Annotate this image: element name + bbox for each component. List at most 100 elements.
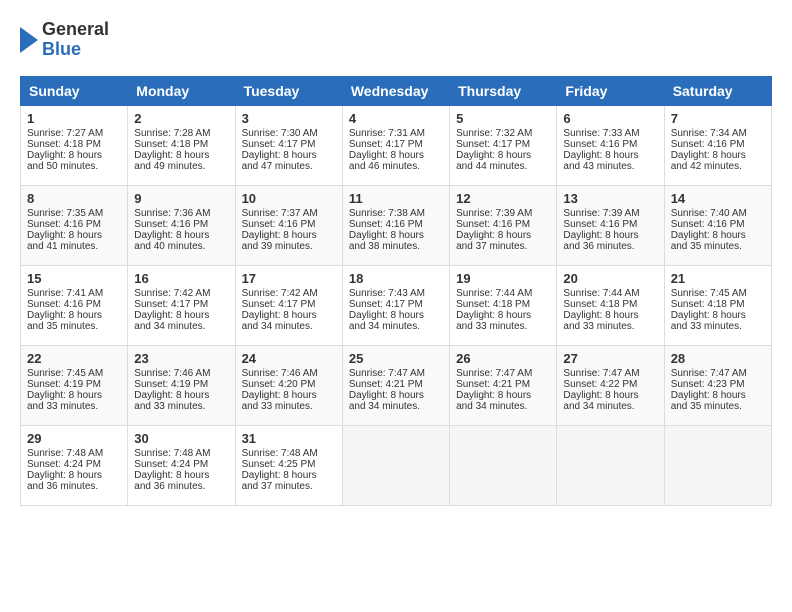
day-number: 30 bbox=[134, 431, 228, 446]
calendar-table: SundayMondayTuesdayWednesdayThursdayFrid… bbox=[20, 76, 772, 506]
sunrise-text: Sunrise: 7:47 AM bbox=[456, 368, 532, 379]
week-row-4: 22Sunrise: 7:45 AMSunset: 4:19 PMDayligh… bbox=[21, 345, 772, 425]
header-row: SundayMondayTuesdayWednesdayThursdayFrid… bbox=[21, 76, 772, 105]
sunset-text: Sunset: 4:18 PM bbox=[27, 139, 101, 150]
sunrise-text: Sunrise: 7:46 AM bbox=[242, 368, 318, 379]
day-number: 18 bbox=[349, 271, 443, 286]
calendar-cell: 12Sunrise: 7:39 AMSunset: 4:16 PMDayligh… bbox=[450, 185, 557, 265]
calendar-cell: 1 Sunrise: 7:27 AMSunset: 4:18 PMDaylight… bbox=[21, 105, 128, 185]
sunset-text: Sunset: 4:25 PM bbox=[242, 459, 316, 470]
sunset-text: Sunset: 4:17 PM bbox=[456, 139, 530, 150]
sunrise-text: Sunrise: 7:46 AM bbox=[134, 368, 210, 379]
day-number: 15 bbox=[27, 271, 121, 286]
calendar-cell: 27Sunrise: 7:47 AMSunset: 4:22 PMDayligh… bbox=[557, 345, 664, 425]
sunset-text: Sunset: 4:16 PM bbox=[671, 219, 745, 230]
daylight-text: Daylight: 8 hours and 35 minutes. bbox=[671, 390, 746, 412]
header: GeneralBlue bbox=[20, 20, 772, 60]
sunset-text: Sunset: 4:17 PM bbox=[242, 299, 316, 310]
sunrise-text: Sunrise: 7:37 AM bbox=[242, 208, 318, 219]
calendar-cell: 4Sunrise: 7:31 AMSunset: 4:17 PMDaylight… bbox=[342, 105, 449, 185]
col-header-tuesday: Tuesday bbox=[235, 76, 342, 105]
calendar-cell bbox=[664, 425, 771, 505]
sunrise-text: Sunrise: 7:48 AM bbox=[134, 448, 210, 459]
calendar-cell bbox=[557, 425, 664, 505]
day-number: 24 bbox=[242, 351, 336, 366]
sunset-text: Sunset: 4:16 PM bbox=[134, 219, 208, 230]
calendar-cell: 11Sunrise: 7:38 AMSunset: 4:16 PMDayligh… bbox=[342, 185, 449, 265]
daylight-text: Daylight: 8 hours and 36 minutes. bbox=[563, 230, 638, 252]
day-number: 2 bbox=[134, 111, 228, 126]
logo: GeneralBlue bbox=[20, 20, 109, 60]
day-number: 28 bbox=[671, 351, 765, 366]
sunset-text: Sunset: 4:16 PM bbox=[242, 219, 316, 230]
sunset-text: Sunset: 4:22 PM bbox=[563, 379, 637, 390]
calendar-cell: 22Sunrise: 7:45 AMSunset: 4:19 PMDayligh… bbox=[21, 345, 128, 425]
daylight-text: Daylight: 8 hours and 34 minutes. bbox=[134, 310, 209, 332]
sunrise-text: Sunrise: 7:36 AM bbox=[134, 208, 210, 219]
daylight-text: Daylight: 8 hours and 50 minutes. bbox=[27, 150, 102, 172]
day-number: 21 bbox=[671, 271, 765, 286]
sunset-text: Sunset: 4:16 PM bbox=[563, 219, 637, 230]
day-number: 11 bbox=[349, 191, 443, 206]
day-number: 29 bbox=[27, 431, 121, 446]
day-number: 17 bbox=[242, 271, 336, 286]
calendar-cell: 13Sunrise: 7:39 AMSunset: 4:16 PMDayligh… bbox=[557, 185, 664, 265]
calendar-cell: 16Sunrise: 7:42 AMSunset: 4:17 PMDayligh… bbox=[128, 265, 235, 345]
calendar-cell: 2Sunrise: 7:28 AMSunset: 4:18 PMDaylight… bbox=[128, 105, 235, 185]
daylight-text: Daylight: 8 hours and 34 minutes. bbox=[349, 310, 424, 332]
sunrise-text: Sunrise: 7:44 AM bbox=[456, 288, 532, 299]
calendar-cell: 20Sunrise: 7:44 AMSunset: 4:18 PMDayligh… bbox=[557, 265, 664, 345]
daylight-text: Daylight: 8 hours and 37 minutes. bbox=[242, 470, 317, 492]
sunrise-text: Sunrise: 7:47 AM bbox=[671, 368, 747, 379]
calendar-cell bbox=[342, 425, 449, 505]
day-number: 4 bbox=[349, 111, 443, 126]
daylight-text: Daylight: 8 hours and 39 minutes. bbox=[242, 230, 317, 252]
calendar-cell: 25Sunrise: 7:47 AMSunset: 4:21 PMDayligh… bbox=[342, 345, 449, 425]
sunrise-text: Sunrise: 7:47 AM bbox=[563, 368, 639, 379]
day-number: 9 bbox=[134, 191, 228, 206]
calendar-cell: 5Sunrise: 7:32 AMSunset: 4:17 PMDaylight… bbox=[450, 105, 557, 185]
sunset-text: Sunset: 4:17 PM bbox=[349, 139, 423, 150]
sunrise-text: Sunrise: 7:35 AM bbox=[27, 208, 103, 219]
sunrise-text: Sunrise: 7:45 AM bbox=[671, 288, 747, 299]
daylight-text: Daylight: 8 hours and 42 minutes. bbox=[671, 150, 746, 172]
calendar-cell: 9Sunrise: 7:36 AMSunset: 4:16 PMDaylight… bbox=[128, 185, 235, 265]
sunset-text: Sunset: 4:18 PM bbox=[563, 299, 637, 310]
daylight-text: Daylight: 8 hours and 34 minutes. bbox=[456, 390, 531, 412]
sunset-text: Sunset: 4:16 PM bbox=[563, 139, 637, 150]
logo-general: General bbox=[42, 20, 109, 40]
sunset-text: Sunset: 4:17 PM bbox=[134, 299, 208, 310]
calendar-cell bbox=[450, 425, 557, 505]
daylight-text: Daylight: 8 hours and 38 minutes. bbox=[349, 230, 424, 252]
calendar-cell: 30 Sunrise: 7:48 AMSunset: 4:24 PMDayligh… bbox=[128, 425, 235, 505]
day-number: 10 bbox=[242, 191, 336, 206]
calendar-cell: 29Sunrise: 7:48 AMSunset: 4:24 PMDayligh… bbox=[21, 425, 128, 505]
sunrise-text: Sunrise: 7:31 AM bbox=[349, 128, 425, 139]
daylight-text: Daylight: 8 hours and 37 minutes. bbox=[456, 230, 531, 252]
daylight-text: Daylight: 8 hours and 36 minutes. bbox=[134, 470, 209, 492]
sunset-text: Sunset: 4:24 PM bbox=[27, 459, 101, 470]
col-header-monday: Monday bbox=[128, 76, 235, 105]
day-number: 31 bbox=[242, 431, 336, 446]
calendar-cell: 24Sunrise: 7:46 AMSunset: 4:20 PMDayligh… bbox=[235, 345, 342, 425]
sunset-text: Sunset: 4:24 PM bbox=[134, 459, 208, 470]
daylight-text: Daylight: 8 hours and 33 minutes. bbox=[242, 390, 317, 412]
calendar-cell: 6Sunrise: 7:33 AMSunset: 4:16 PMDaylight… bbox=[557, 105, 664, 185]
calendar-cell: 8Sunrise: 7:35 AMSunset: 4:16 PMDaylight… bbox=[21, 185, 128, 265]
daylight-text: Daylight: 8 hours and 33 minutes. bbox=[563, 310, 638, 332]
calendar-cell: 18Sunrise: 7:43 AMSunset: 4:17 PMDayligh… bbox=[342, 265, 449, 345]
week-row-3: 15Sunrise: 7:41 AMSunset: 4:16 PMDayligh… bbox=[21, 265, 772, 345]
sunset-text: Sunset: 4:16 PM bbox=[671, 139, 745, 150]
calendar-cell: 3Sunrise: 7:30 AMSunset: 4:17 PMDaylight… bbox=[235, 105, 342, 185]
daylight-text: Daylight: 8 hours and 43 minutes. bbox=[563, 150, 638, 172]
day-number: 1 bbox=[27, 111, 121, 126]
day-number: 27 bbox=[563, 351, 657, 366]
sunrise-text: Sunrise: 7:39 AM bbox=[563, 208, 639, 219]
sunrise-text: Sunrise: 7:32 AM bbox=[456, 128, 532, 139]
calendar-cell: 17Sunrise: 7:42 AMSunset: 4:17 PMDayligh… bbox=[235, 265, 342, 345]
daylight-text: Daylight: 8 hours and 34 minutes. bbox=[349, 390, 424, 412]
sunrise-text: Sunrise: 7:40 AM bbox=[671, 208, 747, 219]
sunrise-text: Sunrise: 7:39 AM bbox=[456, 208, 532, 219]
sunrise-text: Sunrise: 7:44 AM bbox=[563, 288, 639, 299]
sunrise-text: Sunrise: 7:27 AM bbox=[27, 128, 103, 139]
